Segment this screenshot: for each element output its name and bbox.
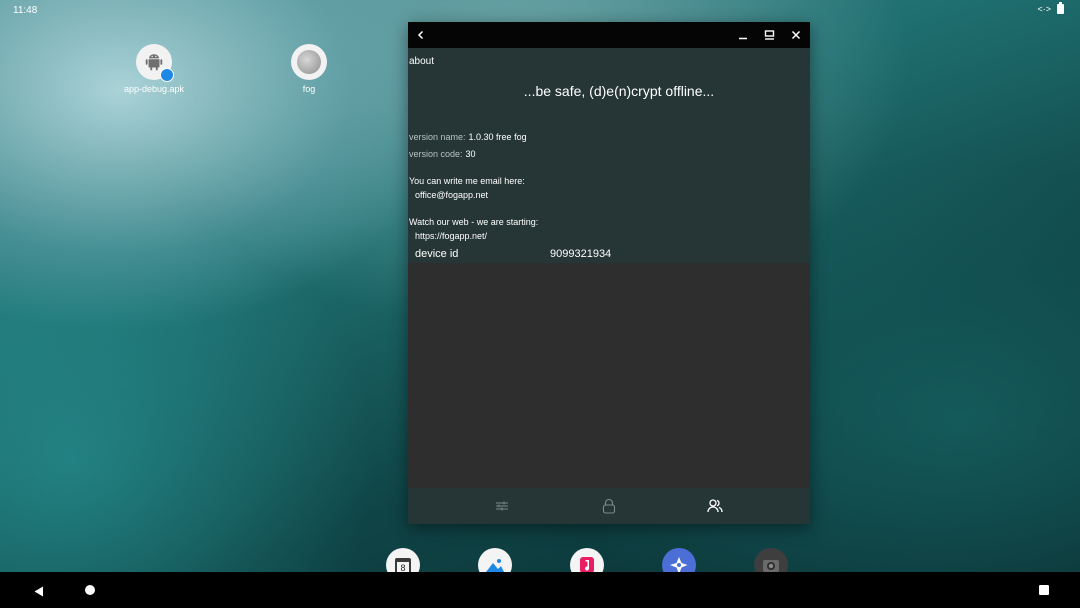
desktop-icon-label: app-debug.apk — [123, 84, 185, 94]
minimize-icon[interactable] — [730, 22, 756, 48]
web-prompt: Watch our web - we are starting: — [409, 217, 539, 227]
window-titlebar[interactable] — [408, 22, 810, 48]
android-icon — [136, 44, 174, 82]
version-name-value: 1.0.30 free fog — [468, 132, 527, 142]
version-name-label: version name: — [409, 132, 466, 142]
maximize-icon[interactable] — [756, 22, 782, 48]
close-icon[interactable] — [783, 22, 809, 48]
nav-recents-icon[interactable] — [1039, 585, 1049, 595]
status-indicators: <·> — [1037, 2, 1064, 14]
email-link[interactable]: office@fogapp.net — [415, 190, 488, 200]
web-link[interactable]: https://fogapp.net/ — [415, 231, 487, 241]
desktop-icon-label: fog — [302, 84, 316, 94]
bottom-navigation — [408, 488, 810, 524]
about-section: about ...be safe, (d)e(n)crypt offline..… — [408, 48, 810, 263]
back-arrow-icon[interactable] — [408, 22, 434, 48]
device-id-value: 9099321934 — [550, 248, 612, 260]
version-name-row: version name: 1.0.30 free fog — [409, 132, 527, 142]
version-code-row: version code: 30 — [409, 149, 476, 159]
status-time: 11:48 — [13, 5, 38, 16]
settings-sliders-icon[interactable] — [490, 495, 514, 517]
device-id-label: device id — [415, 248, 459, 260]
version-code-label: version code: — [409, 149, 463, 159]
fog-app-icon — [291, 44, 327, 80]
people-icon[interactable] — [703, 495, 727, 517]
lock-icon[interactable] — [597, 495, 621, 517]
version-code-value: 30 — [465, 149, 476, 159]
nav-back-icon[interactable] — [34, 584, 44, 602]
app-window: about ...be safe, (d)e(n)crypt offline..… — [408, 22, 810, 524]
status-bar: 11:48 <·> — [0, 0, 1080, 20]
app-tagline: ...be safe, (d)e(n)crypt offline... — [523, 83, 715, 99]
page-title: about — [409, 56, 435, 67]
install-badge-icon — [160, 68, 174, 82]
sync-icon: <·> — [1037, 4, 1051, 14]
battery-icon — [1057, 2, 1064, 14]
desktop-icon-app-debug[interactable]: app-debug.apk — [109, 44, 199, 94]
nav-home-icon[interactable] — [85, 585, 95, 595]
desktop-icon-fog[interactable]: fog — [264, 44, 354, 94]
email-prompt: You can write me email here: — [409, 176, 525, 186]
system-navigation-bar — [0, 572, 1080, 608]
